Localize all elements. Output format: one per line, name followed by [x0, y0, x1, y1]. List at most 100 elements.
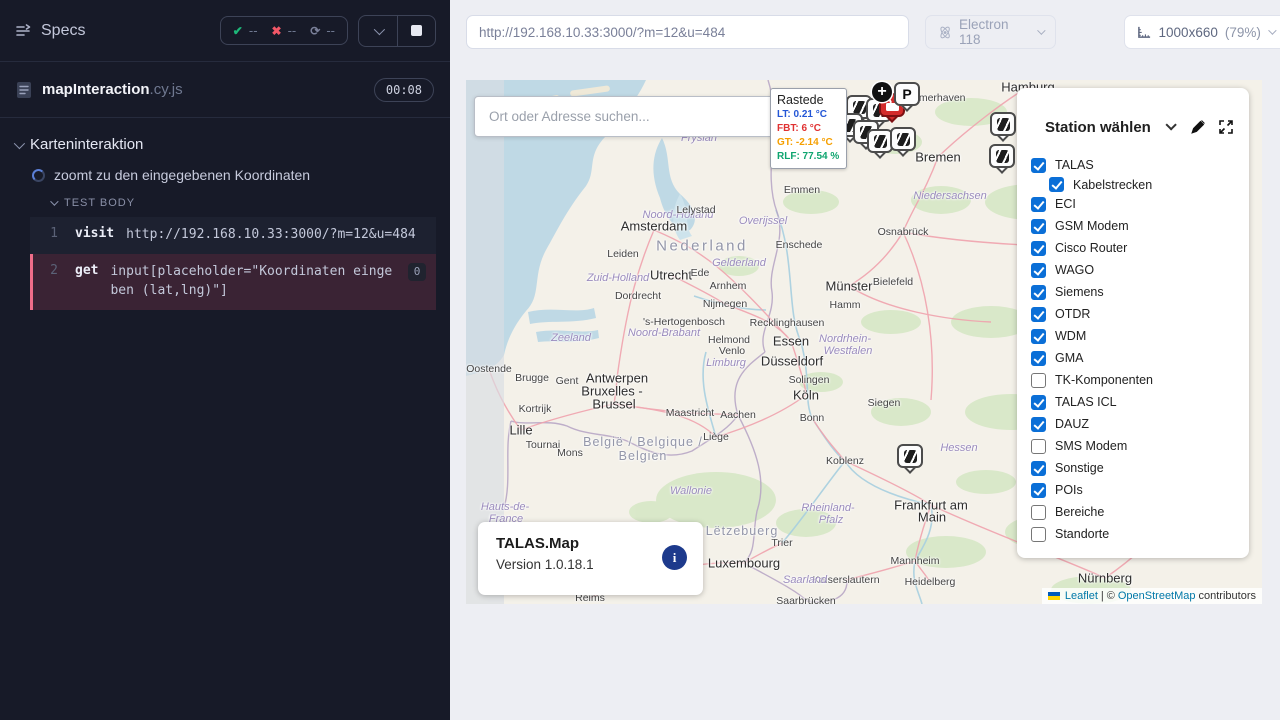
station-checkbox[interactable]: [1031, 417, 1046, 432]
url-bar[interactable]: http://192.168.10.33:3000/?m=12&u=484: [466, 15, 909, 49]
station-marker[interactable]: [890, 127, 916, 161]
station-checkbox[interactable]: [1031, 158, 1046, 173]
station-label: ECI: [1055, 197, 1076, 211]
chevron-down-icon[interactable]: [1165, 119, 1176, 130]
station-tooltip: Rastede LT: 0.21 °C FBT: 6 °C GT: -2.14 …: [770, 88, 847, 169]
station-panel-header: Station wählen: [1017, 116, 1249, 152]
station-checkbox[interactable]: [1031, 395, 1046, 410]
station-checkbox[interactable]: [1031, 351, 1046, 366]
station-row[interactable]: WDM: [1031, 325, 1249, 347]
command-row[interactable]: 2 get input[placeholder="Koordinaten ein…: [30, 254, 436, 310]
marker-head: [897, 444, 923, 468]
command-args: http://192.168.10.33:3000/?m=12&u=484: [126, 226, 426, 245]
stat-pending: ⟳--: [310, 23, 335, 38]
station-row[interactable]: OTDR: [1031, 303, 1249, 325]
station-row[interactable]: Siemens: [1031, 281, 1249, 303]
station-checkbox[interactable]: [1031, 439, 1046, 454]
station-marker[interactable]: [990, 112, 1016, 146]
stat-failed: ✖--: [272, 23, 297, 38]
station-row[interactable]: DAUZ: [1031, 413, 1249, 435]
chevron-down-icon: [374, 23, 385, 34]
station-checkbox[interactable]: [1031, 219, 1046, 234]
station-row[interactable]: TALAS ICL: [1031, 391, 1249, 413]
station-checkbox[interactable]: [1031, 307, 1046, 322]
specs-title: Specs: [41, 22, 85, 40]
station-marker[interactable]: P: [894, 82, 920, 116]
station-label: TALAS ICL: [1055, 395, 1117, 409]
spec-row[interactable]: mapInteraction .cy.js 00:08: [0, 62, 450, 118]
aut-panel: http://192.168.10.33:3000/?m=12&u=484 El…: [450, 0, 1280, 720]
passed-icon: ✔: [233, 24, 243, 38]
suite-karteninteraktion[interactable]: Karteninteraktion: [0, 128, 450, 161]
chevron-down-icon: [14, 137, 25, 148]
station-label: Bereiche: [1055, 505, 1104, 519]
station-label: Standorte: [1055, 527, 1109, 541]
station-checkbox[interactable]: [1031, 197, 1046, 212]
station-row[interactable]: TK-Komponenten: [1031, 369, 1249, 391]
station-checkbox[interactable]: [1049, 177, 1064, 192]
map-attribution: Leaflet | © OpenStreetMap contributors: [1042, 588, 1262, 604]
command-number: 2: [33, 263, 75, 301]
station-marker[interactable]: [897, 444, 923, 478]
test-body-toggle[interactable]: TEST BODY: [0, 189, 450, 215]
station-row[interactable]: GMA: [1031, 347, 1249, 369]
leaflet-link[interactable]: Leaflet: [1065, 590, 1098, 602]
station-row[interactable]: WAGO: [1031, 259, 1249, 281]
station-label: Siemens: [1055, 285, 1104, 299]
sensor-reading: LT: 0.21 °C: [777, 108, 840, 122]
station-glyph-icon: [997, 118, 1010, 131]
marker-head: [890, 127, 916, 151]
edit-pencil-icon[interactable]: [1187, 116, 1209, 138]
app-version: Version 1.0.18.1: [496, 557, 685, 572]
command-row[interactable]: 1 visit http://192.168.10.33:3000/?m=12&…: [30, 217, 436, 254]
station-row[interactable]: TALAS: [1031, 154, 1249, 176]
test-row[interactable]: zoomt zu den eingegebenen Koordinaten: [0, 161, 450, 189]
station-checkbox[interactable]: [1031, 263, 1046, 278]
station-label: Cisco Router: [1055, 241, 1127, 255]
station-row[interactable]: Cisco Router: [1031, 237, 1249, 259]
test-title: zoomt zu den eingegebenen Koordinaten: [54, 167, 310, 183]
station-row[interactable]: GSM Modem: [1031, 215, 1249, 237]
station-label: SMS Modem: [1055, 439, 1127, 453]
command-number: 1: [33, 226, 75, 245]
browser-name: Electron 118: [959, 17, 1030, 47]
station-label: TALAS: [1055, 158, 1094, 172]
leaflet-map[interactable]: Hamburg Bremerhaven Bremen Niedersachsen…: [466, 80, 1262, 604]
station-label: TK-Komponenten: [1055, 373, 1153, 387]
station-checkbox[interactable]: [1031, 241, 1046, 256]
station-checkbox[interactable]: [1031, 483, 1046, 498]
station-row[interactable]: Bereiche: [1031, 501, 1249, 523]
station-row[interactable]: Sonstige: [1031, 457, 1249, 479]
command-log: 1 visit http://192.168.10.33:3000/?m=12&…: [30, 217, 436, 310]
test-body-label: TEST BODY: [64, 197, 135, 209]
browser-selector[interactable]: Electron 118: [925, 15, 1056, 49]
search-input[interactable]: [489, 109, 762, 124]
station-checkbox[interactable]: [1031, 505, 1046, 520]
collapse-button[interactable]: [359, 16, 397, 46]
specs-menu-button[interactable]: Specs: [14, 22, 85, 40]
station-checkbox[interactable]: [1031, 527, 1046, 542]
stop-button[interactable]: [397, 16, 435, 46]
station-checkbox[interactable]: [1031, 285, 1046, 300]
station-row[interactable]: ECI: [1031, 193, 1249, 215]
command-method: get: [75, 263, 98, 301]
station-marker[interactable]: +: [872, 82, 892, 102]
aut-toolbar: http://192.168.10.33:3000/?m=12&u=484 El…: [450, 0, 1280, 49]
viewport-selector[interactable]: 1000x660 (79%): [1124, 15, 1280, 49]
marker-head: +: [872, 82, 892, 102]
station-checkbox[interactable]: [1031, 373, 1046, 388]
station-row[interactable]: Kabelstrecken: [1031, 176, 1249, 193]
station-row[interactable]: Standorte: [1031, 523, 1249, 545]
station-label: Kabelstrecken: [1073, 178, 1152, 192]
osm-link[interactable]: OpenStreetMap: [1118, 590, 1196, 602]
viewport-zoom: (79%): [1225, 25, 1261, 40]
station-marker[interactable]: [989, 144, 1015, 178]
fullscreen-expand-icon[interactable]: [1215, 116, 1237, 138]
chevron-down-icon: [50, 197, 58, 205]
info-icon[interactable]: i: [662, 545, 687, 570]
station-row[interactable]: SMS Modem: [1031, 435, 1249, 457]
station-row[interactable]: POIs: [1031, 479, 1249, 501]
station-checkbox[interactable]: [1031, 461, 1046, 476]
station-checkbox[interactable]: [1031, 329, 1046, 344]
tooltip-title: Rastede: [777, 93, 840, 107]
